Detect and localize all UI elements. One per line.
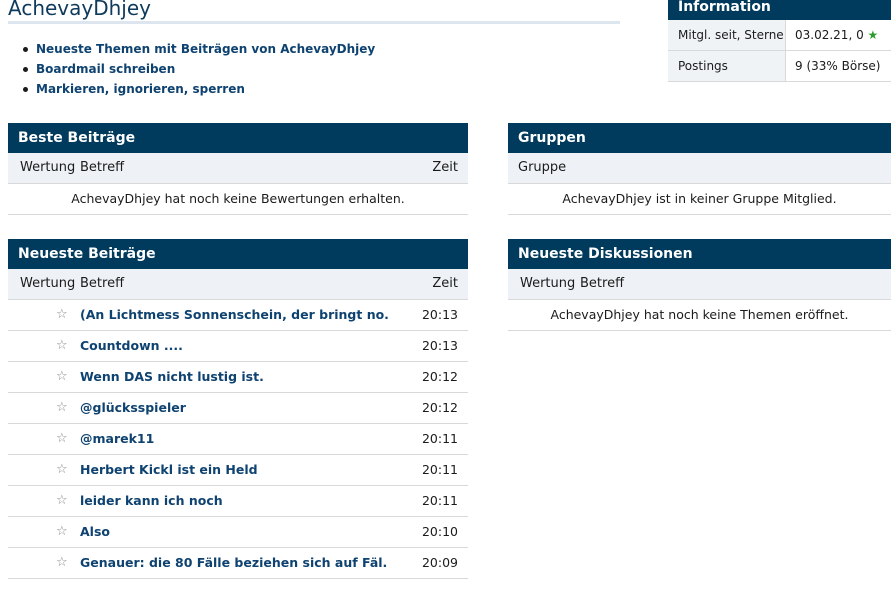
star-icon[interactable]: ☆ [56,362,68,392]
info-row-member-since: Mitgl. seit, Sterne 03.02.21, 0 ★ [668,20,891,51]
newest-discussions-header: Neueste Diskussionen [508,239,891,269]
post-time: 20:10 [421,524,458,539]
green-star-icon: ★ [867,28,879,42]
info-label: Mitgl. seit, Sterne [668,20,786,50]
list-item: Markieren, ignorieren, sperren [22,80,375,100]
groups-column-header: Gruppe [508,153,891,184]
post-subject-link[interactable]: Also [80,517,110,547]
col-subject: Betreff [80,276,125,291]
newest-discussions-column-header: Wertung Betreff [508,269,891,300]
star-icon[interactable]: ☆ [56,300,68,330]
newest-posts-column-header: Wertung Betreff Zeit [8,269,468,300]
page-title: AchevayDhjey [8,0,152,20]
post-time: 20:12 [421,400,458,415]
list-item: Neueste Themen mit Beiträgen von Achevay… [22,40,375,60]
groups-header: Gruppen [508,123,891,153]
table-row: ☆ Countdown .... 20:13 [8,331,468,362]
col-time: Zeit [432,276,458,291]
newest-posts-header: Neueste Beiträge [8,239,468,269]
col-subject: Betreff [80,160,125,175]
post-time: 20:13 [421,307,458,322]
post-time: 20:11 [421,431,458,446]
list-item: Boardmail schreiben [22,60,375,80]
col-rating: Wertung [20,160,76,175]
best-posts-empty-message: AchevayDhjey hat noch keine Bewertungen … [8,184,468,215]
information-header: Information [668,0,891,20]
post-time: 20:12 [421,369,458,384]
table-row: ☆ Also 20:10 [8,517,468,548]
newest-posts-list: ☆ (An Lichtmess Sonnenschein, der bringt… [8,300,468,579]
table-row: ☆ @marek11 20:11 [8,424,468,455]
post-subject-link[interactable]: Genauer: die 80 Fälle beziehen sich auf … [80,548,387,578]
info-value: 03.02.21, 0 ★ [786,20,878,50]
col-group: Gruppe [518,160,567,175]
title-underline [8,21,620,24]
post-subject-link[interactable]: @marek11 [80,424,154,454]
info-label: Postings [668,51,786,81]
best-posts-column-header: Wertung Betreff Zeit [8,153,468,184]
newest-discussions-panel: Neueste Diskussionen Wertung Betreff Ach… [508,239,891,331]
newest-discussions-empty-message: AchevayDhjey hat noch keine Themen eröff… [508,300,891,331]
table-row: ☆ Genauer: die 80 Fälle beziehen sich au… [8,548,468,579]
table-row: ☆ @glücksspieler 20:12 [8,393,468,424]
star-icon[interactable]: ☆ [56,517,68,547]
col-rating: Wertung [520,276,576,291]
profile-links: Neueste Themen mit Beiträgen von Achevay… [22,40,375,100]
star-icon[interactable]: ☆ [56,548,68,578]
table-row: ☆ leider kann ich noch 20:11 [8,486,468,517]
mark-ignore-block-link[interactable]: Markieren, ignorieren, sperren [36,82,245,96]
col-time: Zeit [432,160,458,175]
table-row: ☆ Herbert Kickl ist ein Held 20:11 [8,455,468,486]
post-time: 20:09 [421,555,458,570]
newest-posts-panel: Neueste Beiträge Wertung Betreff Zeit ☆ … [8,239,468,579]
best-posts-header: Beste Beiträge [8,123,468,153]
post-time: 20:11 [421,462,458,477]
member-since-value: 03.02.21, 0 [795,28,864,42]
post-time: 20:11 [421,493,458,508]
groups-empty-message: AchevayDhjey ist in keiner Gruppe Mitgli… [508,184,891,215]
boardmail-link[interactable]: Boardmail schreiben [36,62,175,76]
newest-topics-link[interactable]: Neueste Themen mit Beiträgen von Achevay… [36,42,375,56]
info-row-postings: Postings 9 (33% Börse) [668,51,891,82]
postings-value: 9 (33% Börse) [795,59,881,73]
post-subject-link[interactable]: leider kann ich noch [80,486,223,516]
post-subject-link[interactable]: @glücksspieler [80,393,186,423]
post-subject-link[interactable]: Herbert Kickl ist ein Held [80,455,258,485]
groups-panel: Gruppen Gruppe AchevayDhjey ist in keine… [508,123,891,215]
best-posts-panel: Beste Beiträge Wertung Betreff Zeit Ache… [8,123,468,215]
post-subject-link[interactable]: Wenn DAS nicht lustig ist. [80,362,264,392]
col-rating: Wertung [20,276,76,291]
col-subject: Betreff [580,276,625,291]
star-icon[interactable]: ☆ [56,455,68,485]
star-icon[interactable]: ☆ [56,393,68,423]
information-box: Information Mitgl. seit, Sterne 03.02.21… [668,0,891,82]
star-icon[interactable]: ☆ [56,486,68,516]
star-icon[interactable]: ☆ [56,424,68,454]
post-time: 20:13 [421,338,458,353]
table-row: ☆ (An Lichtmess Sonnenschein, der bringt… [8,300,468,331]
table-row: ☆ Wenn DAS nicht lustig ist. 20:12 [8,362,468,393]
post-subject-link[interactable]: Countdown .... [80,331,183,361]
post-subject-link[interactable]: (An Lichtmess Sonnenschein, der bringt n… [80,300,389,330]
star-icon[interactable]: ☆ [56,331,68,361]
